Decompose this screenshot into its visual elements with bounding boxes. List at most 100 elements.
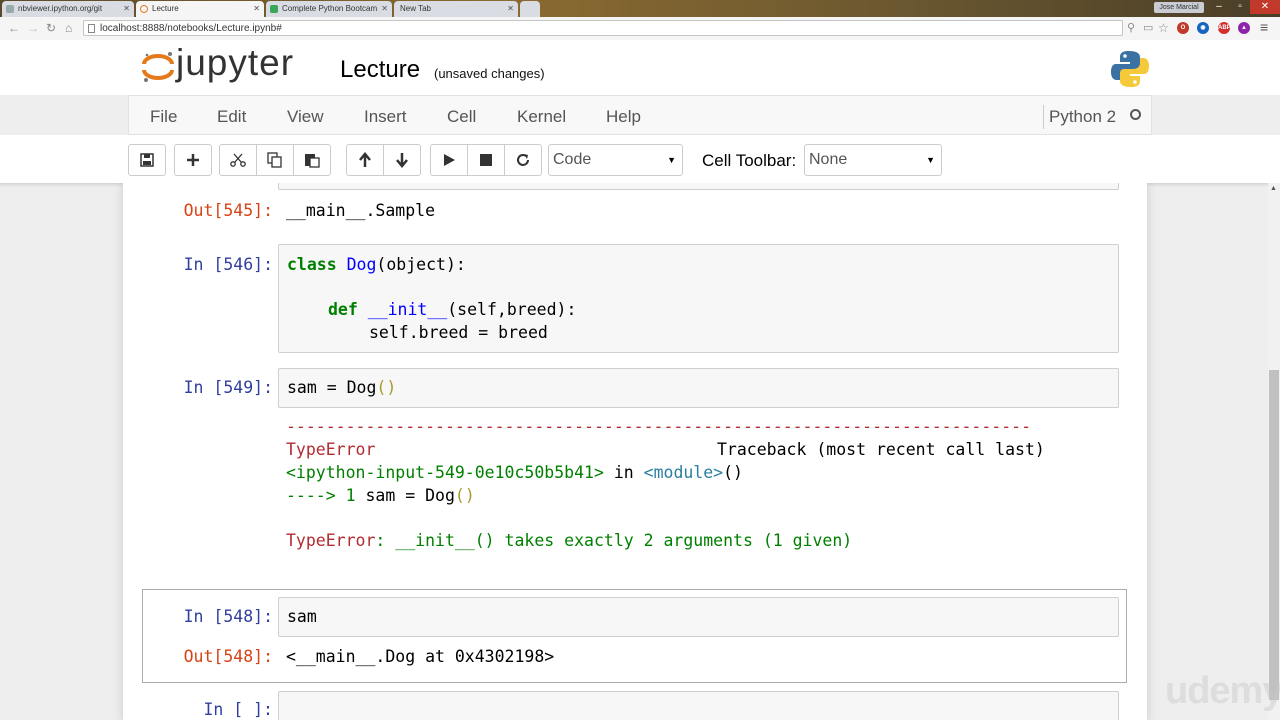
opera-extension-icon[interactable]: O: [1177, 22, 1189, 34]
move-cell-up-button[interactable]: [346, 144, 384, 176]
copy-button[interactable]: [256, 144, 294, 176]
traceback-line: ----> 1 sam = Dog(): [286, 486, 475, 505]
code-line: sam: [287, 607, 317, 626]
error-message: TypeError: __init__() takes exactly 2 ar…: [286, 531, 853, 550]
notebook-title[interactable]: Lecture: [340, 56, 420, 84]
tab-close-icon[interactable]: ✕: [253, 1, 260, 17]
menu-divider: [1043, 105, 1044, 129]
menu-insert[interactable]: Insert: [364, 107, 407, 127]
window-close-icon[interactable]: ✕: [1250, 0, 1280, 14]
maximize-icon[interactable]: ▫: [1230, 0, 1250, 14]
new-tab-button[interactable]: [520, 1, 540, 17]
code-cell-input[interactable]: class Dog(object): def __init__(self,bre…: [278, 244, 1119, 353]
scroll-up-icon[interactable]: ▲: [1270, 185, 1277, 192]
code-cell-input[interactable]: [278, 691, 1119, 720]
plus-icon: [187, 154, 199, 166]
kernel-name: Python 2: [1049, 107, 1117, 126]
url-field[interactable]: localhost:8888/notebooks/Lecture.ipynb#: [83, 20, 1123, 36]
notebook-header: jupyter Lecture (unsaved changes): [0, 40, 1280, 95]
chevron-down-icon: ▼: [667, 155, 676, 165]
output-text: __main__.Sample: [286, 201, 436, 220]
browser-menu-icon[interactable]: ≡: [1260, 19, 1268, 35]
cell-toolbar-select[interactable]: None ▼: [804, 144, 942, 176]
forward-arrow-icon[interactable]: →: [27, 21, 39, 35]
jupyter-logo-icon[interactable]: [140, 46, 176, 86]
tab-close-icon[interactable]: ✕: [507, 1, 514, 17]
save-status: (unsaved changes): [434, 66, 545, 81]
page-icon: [88, 24, 95, 33]
udemy-favicon-icon: [270, 5, 278, 13]
insert-cell-button[interactable]: [174, 144, 212, 176]
zoom-icon[interactable]: ⚲: [1127, 21, 1135, 34]
scrollbar-thumb[interactable]: [1269, 370, 1279, 700]
cast-icon[interactable]: ▭: [1143, 21, 1153, 34]
browser-tab-bootcamp[interactable]: Complete Python Bootcam ✕: [266, 1, 392, 17]
input-prompt: In [549]:: [183, 378, 273, 397]
interrupt-kernel-button[interactable]: [467, 144, 505, 176]
notebook-container: Out[545]: __main__.Sample In [546]: clas…: [123, 183, 1147, 720]
back-arrow-icon[interactable]: ←: [8, 21, 20, 35]
browser-tab-bar: nbviewer.ipython.org/git ✕ Lecture ✕ Com…: [0, 0, 1280, 17]
traceback-error-type: TypeError: [286, 440, 376, 459]
tab-close-icon[interactable]: ✕: [381, 1, 388, 17]
paste-button[interactable]: [293, 144, 331, 176]
code-cell-input[interactable]: [278, 183, 1119, 190]
arrow-up-icon: [359, 152, 371, 167]
menu-bar: File Edit View Insert Cell Kernel Help P…: [128, 95, 1152, 135]
browser-user-badge[interactable]: Jose Marcial: [1154, 2, 1204, 13]
python-logo-icon: [1111, 51, 1149, 87]
reload-icon[interactable]: ↻: [46, 21, 56, 35]
code-cell-input[interactable]: sam: [278, 597, 1119, 637]
code-line: self.breed = breed: [369, 323, 548, 342]
cut-button[interactable]: [219, 144, 257, 176]
browser-tab-lecture[interactable]: Lecture ✕: [136, 1, 264, 17]
stop-icon: [480, 154, 492, 166]
code-line: sam = Dog(): [287, 378, 397, 397]
browser-address-bar: ← → ↻ ⌂ localhost:8888/notebooks/Lecture…: [0, 17, 1280, 41]
extension-icon[interactable]: ◉: [1197, 22, 1209, 34]
jupyter-logo-text[interactable]: jupyter: [176, 42, 294, 84]
bookmark-star-icon[interactable]: ☆: [1158, 21, 1169, 35]
move-cell-down-button[interactable]: [383, 144, 421, 176]
jupyter-favicon-icon: [140, 5, 148, 13]
traceback-header: Traceback (most recent call last): [717, 440, 1045, 459]
code-line: def __init__(self,breed):: [328, 300, 577, 319]
kernel-idle-indicator-icon: [1130, 109, 1141, 120]
notebook-area[interactable]: Out[545]: __main__.Sample In [546]: clas…: [0, 183, 1268, 720]
browser-tab-new[interactable]: New Tab ✕: [394, 1, 518, 17]
menu-kernel[interactable]: Kernel: [517, 107, 566, 127]
output-prompt: Out[548]:: [183, 647, 273, 666]
copy-icon: [267, 152, 282, 168]
output-prompt: Out[545]:: [183, 201, 273, 220]
run-cell-button[interactable]: [430, 144, 468, 176]
minimize-icon[interactable]: –: [1208, 0, 1230, 14]
play-icon: [444, 154, 455, 166]
input-prompt: In [ ]:: [203, 700, 273, 719]
cell-type-select[interactable]: Code ▼: [548, 144, 683, 176]
tab-close-icon[interactable]: ✕: [123, 1, 130, 17]
output-text: <__main__.Dog at 0x4302198>: [286, 647, 555, 666]
menu-view[interactable]: View: [287, 107, 324, 127]
browser-tab-nbviewer[interactable]: nbviewer.ipython.org/git ✕: [2, 1, 134, 17]
menu-cell[interactable]: Cell: [447, 107, 476, 127]
traceback-rule: ----------------------------------------…: [286, 417, 1032, 436]
menu-file[interactable]: File: [150, 107, 177, 127]
adblock-plus-icon[interactable]: ABP: [1218, 22, 1231, 34]
save-icon: [140, 153, 154, 167]
udemy-watermark: udemy: [1165, 670, 1280, 712]
notebook-toolbar: Code ▼ Cell Toolbar: None ▼: [0, 135, 1280, 183]
restart-kernel-button[interactable]: [504, 144, 542, 176]
extension-icon[interactable]: ▲: [1238, 22, 1250, 34]
arrow-down-icon: [396, 153, 408, 168]
menu-help[interactable]: Help: [606, 107, 641, 127]
code-cell-input[interactable]: sam = Dog(): [278, 368, 1119, 408]
input-prompt: In [546]:: [183, 255, 273, 274]
save-button[interactable]: [128, 144, 166, 176]
chevron-down-icon: ▼: [926, 155, 935, 165]
scrollbar[interactable]: ▲: [1268, 183, 1280, 720]
scissors-icon: [230, 153, 246, 167]
menu-edit[interactable]: Edit: [217, 107, 246, 127]
paste-icon: [305, 154, 320, 168]
cell-toolbar-label: Cell Toolbar:: [702, 151, 797, 170]
home-icon[interactable]: ⌂: [65, 21, 72, 35]
